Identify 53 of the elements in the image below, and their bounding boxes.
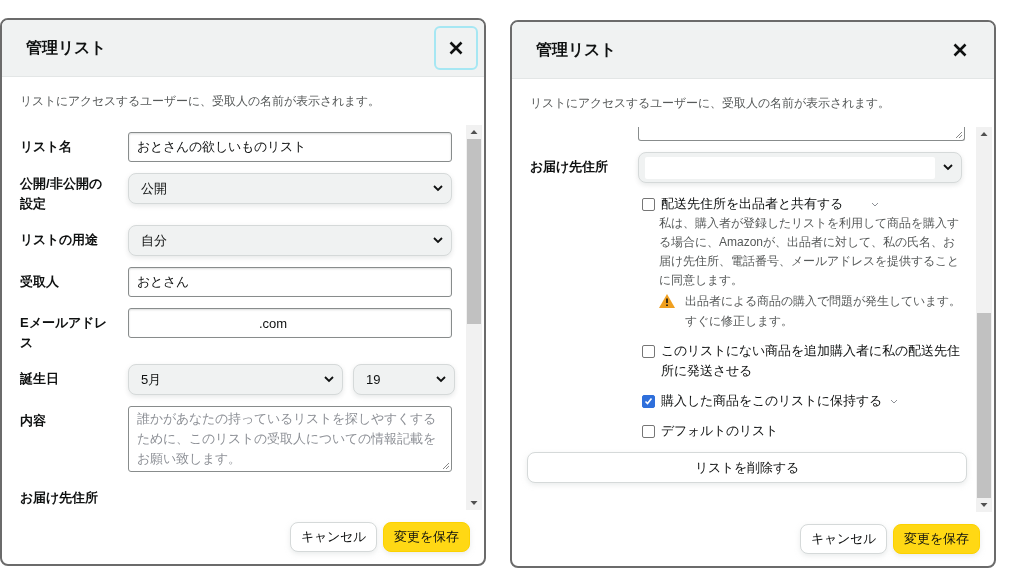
select-field[interactable]: 5月 <box>128 364 343 395</box>
resize-grip-icon[interactable] <box>955 131 963 139</box>
select-field[interactable] <box>638 152 962 183</box>
caret-icon <box>433 237 443 244</box>
checkbox[interactable] <box>642 198 655 211</box>
resize-grip-icon[interactable] <box>442 462 450 470</box>
dialog-title: 管理リスト <box>536 39 616 60</box>
field-label: お届け先住所 <box>20 489 99 507</box>
chevron-down-icon[interactable] <box>871 202 879 208</box>
text-field[interactable]: おとさんの欲しいものリスト <box>128 132 452 162</box>
select-field[interactable]: 自分 <box>128 225 452 256</box>
text-field[interactable]: .com <box>128 308 452 338</box>
caret-icon <box>436 376 446 383</box>
field-label: 公開/非公開の設定 <box>20 175 103 213</box>
close-icon <box>953 43 967 57</box>
chevron-down-icon[interactable] <box>890 399 898 405</box>
checkbox-label[interactable]: 購入した商品をこのリストに保持する <box>661 391 882 411</box>
caret-icon <box>943 164 953 171</box>
caret-icon <box>324 376 334 383</box>
close-icon <box>449 41 463 55</box>
field-label: 内容 <box>20 412 47 430</box>
checkbox[interactable] <box>642 345 655 358</box>
text-field[interactable]: おとさん <box>128 267 452 297</box>
select-field[interactable]: 19 <box>353 364 455 395</box>
field-label: Eメールアドレス <box>20 314 108 352</box>
checkbox-label[interactable]: このリストにない商品を追加購入者に私の配送先住所に発送させる <box>661 341 962 381</box>
caret-icon <box>433 185 443 192</box>
close-button[interactable] <box>434 26 478 70</box>
scrollbar[interactable] <box>976 127 992 512</box>
checkbox[interactable] <box>642 395 655 408</box>
field-label: リストの用途 <box>20 231 99 249</box>
delete-list-button[interactable]: リストを削除する <box>527 452 967 483</box>
select-field[interactable]: 公開 <box>128 173 452 204</box>
save-button[interactable]: 変更を保存 <box>893 524 980 554</box>
warning-icon <box>659 294 675 308</box>
text-area[interactable] <box>638 127 965 141</box>
warning-text: 出品者による商品の購入で問題が発生しています。すぐに修正します。 <box>685 293 961 330</box>
checkbox-label[interactable]: デフォルトのリスト <box>661 421 778 441</box>
save-button[interactable]: 変更を保存 <box>383 522 470 552</box>
notice-text: リストにアクセスするユーザーに、受取人の名前が表示されます。 <box>529 95 891 112</box>
checkbox[interactable] <box>642 425 655 438</box>
scrollbar[interactable] <box>466 125 482 510</box>
notice-text: リストにアクセスするユーザーに、受取人の名前が表示されます。 <box>19 93 381 110</box>
field-label: リスト名 <box>20 138 73 156</box>
field-label: お届け先住所 <box>530 158 609 176</box>
dialog-title: 管理リスト <box>26 37 106 58</box>
description-text: 私は、購入者が登録したリストを利用して商品を購入する場合に、Amazonが、出品者に対して、私の氏名、お届け先住所、電話番号、メールアドレスを提供することに同意します。 <box>659 215 960 289</box>
check-icon <box>644 397 653 406</box>
field-label: 受取人 <box>20 273 60 291</box>
cancel-button[interactable]: キャンセル <box>800 524 887 554</box>
field-label: 誕生日 <box>20 370 60 388</box>
cancel-button[interactable]: キャンセル <box>290 522 377 552</box>
checkbox-label[interactable]: 配送先住所を出品者と共有する <box>661 194 843 214</box>
